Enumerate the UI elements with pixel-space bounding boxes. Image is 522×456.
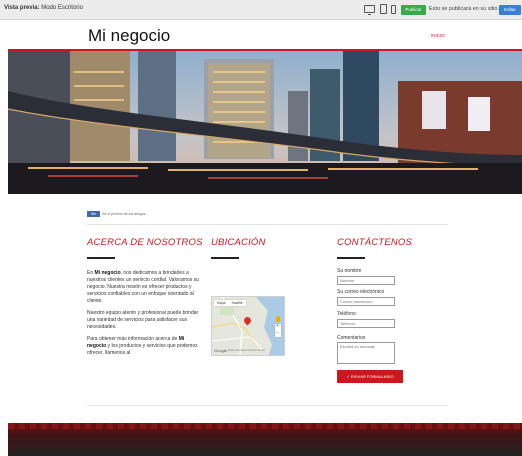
name-field[interactable] [337,276,395,285]
edit-button[interactable]: Editar [499,5,521,15]
site-header: Mi negocio INICIO [8,21,522,51]
about-paragraph-1: En Mi negocio, nos dedicamos a brindarle… [87,270,199,304]
name-label: Su nombre [337,268,362,274]
publish-button[interactable]: Publicar [401,5,426,15]
map-zoom-controls[interactable] [275,323,281,337]
site-footer [8,423,522,456]
contact-underline [337,257,365,259]
map-logo: Google [214,348,227,353]
submit-button[interactable]: ✓ ENVIAR FORMULARIO [337,370,403,383]
pegman-icon[interactable] [276,316,280,322]
city-skyline-illustration [8,51,522,194]
map-embed[interactable]: MapaSatélite Google Datos del mapa Térmi… [211,296,285,356]
site-logo[interactable]: Mi negocio [88,26,170,46]
about-underline [87,257,115,259]
like-button[interactable]: Me gusta [87,211,100,222]
contact-title: CONTÁCTENOS [337,237,413,248]
like-text: Sé el primero de tus amigos [102,212,146,216]
map-credit: Datos del mapa Términos de uso [228,349,265,352]
nav-item-home[interactable]: INICIO [431,33,445,38]
location-title: UBICACIÓN [211,237,266,248]
about-text: En Mi negocio, nos dedicamos a brindarle… [87,270,199,362]
tablet-icon[interactable] [380,4,387,14]
location-underline [211,257,239,259]
email-label: Su correo electrónico [337,289,385,295]
publish-note: Esto se publicará en su sitio. [429,6,500,12]
map-type-tabs[interactable]: Mapa Satélite [214,300,246,306]
preview-mode-label: Vista previa: Modo Escritorio [4,5,83,11]
divider [87,224,448,225]
divider-bottom [87,405,448,406]
comments-field[interactable] [337,342,395,364]
about-paragraph-2: Nuestro equipo atento y profesional pued… [87,310,199,330]
preview-toolbar: Vista previa: Modo Escritorio Publicar E… [0,0,522,20]
phone-field[interactable] [337,319,395,328]
comments-label: Comentarios [337,335,366,341]
phone-icon[interactable] [391,5,396,14]
desktop-icon[interactable] [364,5,375,15]
about-paragraph-3: Para obtener más información acerca de M… [87,336,198,356]
hero-image [8,51,522,194]
email-field[interactable] [337,297,395,306]
about-title: ACERCA DE NOSOTROS [87,237,203,248]
phone-label: Teléfono [337,311,356,317]
